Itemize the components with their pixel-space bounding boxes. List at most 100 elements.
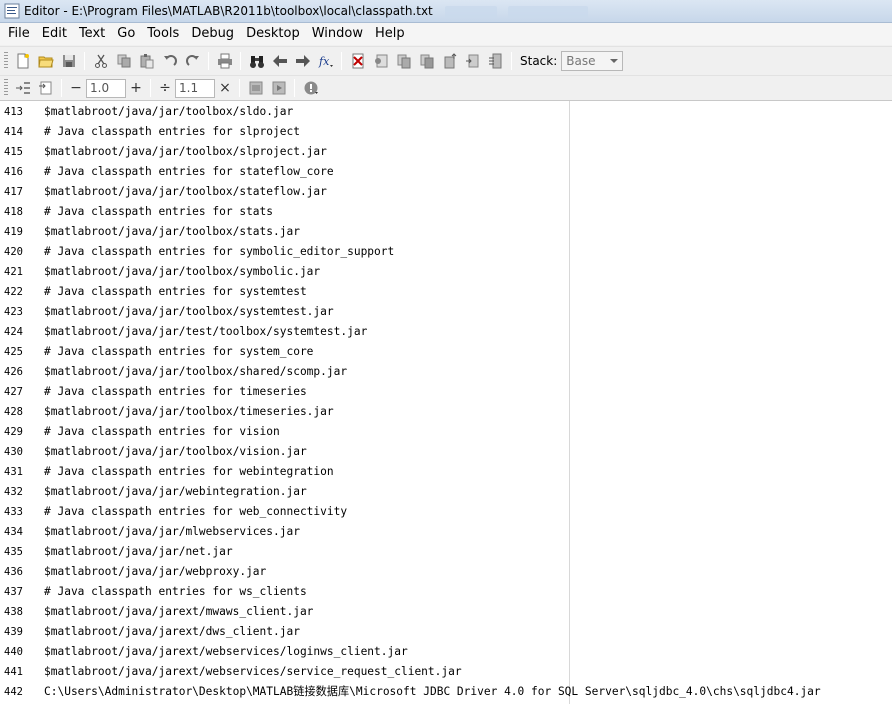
menu-file[interactable]: File — [2, 23, 36, 45]
undo-button[interactable] — [158, 50, 181, 72]
menu-window[interactable]: Window — [306, 23, 369, 45]
code-text[interactable]: $matlabroot/java/jar/toolbox/sldo.jar — [44, 102, 293, 122]
code-line[interactable]: 420 # Java classpath entries for symbolic… — [0, 242, 892, 262]
multiply-button[interactable]: × — [215, 80, 235, 96]
code-line[interactable]: 436 $matlabroot/java/jar/webproxy.jar — [0, 562, 892, 582]
go-forward-button[interactable] — [291, 50, 314, 72]
code-line[interactable]: 423 $matlabroot/java/jar/toolbox/systemte… — [0, 302, 892, 322]
code-text[interactable]: $matlabroot/java/jarext/webservices/serv… — [44, 662, 462, 682]
code-line[interactable]: 416 # Java classpath entries for stateflo… — [0, 162, 892, 182]
insert-cell-divider-button[interactable] — [11, 77, 34, 99]
code-text[interactable]: $matlabroot/java/jar/toolbox/timeseries.… — [44, 402, 334, 422]
code-line[interactable]: 425 # Java classpath entries for system_c… — [0, 342, 892, 362]
step-out-button[interactable] — [438, 50, 461, 72]
toolbar-grip[interactable] — [4, 79, 8, 97]
print-button[interactable] — [213, 50, 236, 72]
code-text[interactable]: $matlabroot/java/jar/mlwebservices.jar — [44, 522, 300, 542]
code-line[interactable]: 430 $matlabroot/java/jar/toolbox/vision.j… — [0, 442, 892, 462]
code-line[interactable]: 438 $matlabroot/java/jarext/mwaws_client.… — [0, 602, 892, 622]
continue-button[interactable] — [461, 50, 484, 72]
code-line[interactable]: 418 # Java classpath entries for stats — [0, 202, 892, 222]
code-text[interactable]: # Java classpath entries for vision — [44, 422, 280, 442]
toolbar-grip[interactable] — [4, 52, 8, 70]
code-line[interactable]: 417 $matlabroot/java/jar/toolbox/stateflo… — [0, 182, 892, 202]
code-line[interactable]: 431 # Java classpath entries for webinteg… — [0, 462, 892, 482]
clear-breakpoints-button[interactable] — [346, 50, 369, 72]
set-breakpoint-button[interactable] — [369, 50, 392, 72]
new-file-button[interactable] — [11, 50, 34, 72]
code-line[interactable]: 427 # Java classpath entries for timeseri… — [0, 382, 892, 402]
code-text[interactable]: $matlabroot/java/jarext/mwaws_client.jar — [44, 602, 313, 622]
evaluate-cell-button[interactable] — [244, 77, 267, 99]
code-text[interactable]: # Java classpath entries for systemtest — [44, 282, 307, 302]
code-line[interactable]: 433 # Java classpath entries for web_conn… — [0, 502, 892, 522]
code-line[interactable]: 428 $matlabroot/java/jar/toolbox/timeseri… — [0, 402, 892, 422]
code-text[interactable]: # Java classpath entries for stats — [44, 202, 273, 222]
code-line[interactable]: 421 $matlabroot/java/jar/toolbox/symbolic… — [0, 262, 892, 282]
code-text[interactable]: # Java classpath entries for web_connect… — [44, 502, 347, 522]
menu-edit[interactable]: Edit — [36, 23, 73, 45]
save-button[interactable] — [57, 50, 80, 72]
copy-button[interactable] — [112, 50, 135, 72]
go-back-button[interactable] — [268, 50, 291, 72]
code-editor[interactable]: 413 $matlabroot/java/jar/toolbox/sldo.jar… — [0, 100, 892, 704]
multiply-value-input[interactable]: 1.1 — [175, 78, 215, 98]
increment-button[interactable]: + — [126, 80, 146, 96]
code-text[interactable]: # Java classpath entries for timeseries — [44, 382, 307, 402]
code-line[interactable]: 426 $matlabroot/java/jar/toolbox/shared/s… — [0, 362, 892, 382]
function-browser-button[interactable]: fx — [314, 50, 337, 72]
code-text[interactable]: # Java classpath entries for webintegrat… — [44, 462, 334, 482]
code-line[interactable]: 422 # Java classpath entries for systemte… — [0, 282, 892, 302]
code-text[interactable]: $matlabroot/java/jar/webintegration.jar — [44, 482, 307, 502]
code-text[interactable]: $matlabroot/java/jar/toolbox/systemtest.… — [44, 302, 334, 322]
decrement-value-input[interactable]: 1.0 — [86, 78, 126, 98]
menu-help[interactable]: Help — [369, 23, 411, 45]
code-line[interactable]: 437 # Java classpath entries for ws_clien… — [0, 582, 892, 602]
code-text[interactable]: $matlabroot/java/jar/toolbox/stateflow.j… — [44, 182, 327, 202]
code-line[interactable]: 441 $matlabroot/java/jarext/webservices/s… — [0, 662, 892, 682]
code-text[interactable]: # Java classpath entries for slproject — [44, 122, 300, 142]
code-text[interactable]: $matlabroot/java/jar/webproxy.jar — [44, 562, 266, 582]
menu-debug[interactable]: Debug — [185, 23, 240, 45]
code-line[interactable]: 415 $matlabroot/java/jar/toolbox/slprojec… — [0, 142, 892, 162]
menu-desktop[interactable]: Desktop — [240, 23, 306, 45]
code-text[interactable]: C:\Users\Administrator\Desktop\MATLAB链接数… — [44, 682, 821, 702]
decrement-button[interactable]: − — [66, 80, 86, 96]
paste-button[interactable] — [135, 50, 158, 72]
code-line[interactable]: 419 $matlabroot/java/jar/toolbox/stats.ja… — [0, 222, 892, 242]
menu-go[interactable]: Go — [111, 23, 141, 45]
code-text[interactable]: # Java classpath entries for system_core — [44, 342, 313, 362]
code-text[interactable]: $matlabroot/java/jar/test/toolbox/system… — [44, 322, 367, 342]
code-line[interactable]: 434 $matlabroot/java/jar/mlwebservices.ja… — [0, 522, 892, 542]
exit-debug-button[interactable] — [484, 50, 507, 72]
code-text[interactable]: $matlabroot/java/jar/toolbox/stats.jar — [44, 222, 300, 242]
code-text[interactable]: # Java classpath entries for symbolic_ed… — [44, 242, 394, 262]
code-line[interactable]: 429 # Java classpath entries for vision — [0, 422, 892, 442]
code-text[interactable]: $matlabroot/java/jar/toolbox/symbolic.ja… — [44, 262, 320, 282]
redo-button[interactable] — [181, 50, 204, 72]
divide-button[interactable]: ÷ — [155, 80, 175, 96]
code-text[interactable]: $matlabroot/java/jar/toolbox/vision.jar — [44, 442, 307, 462]
show-cell-titles-button[interactable] — [299, 77, 322, 99]
evaluate-advance-button[interactable] — [267, 77, 290, 99]
code-line[interactable]: 413 $matlabroot/java/jar/toolbox/sldo.jar — [0, 102, 892, 122]
code-line[interactable]: 440 $matlabroot/java/jarext/webservices/l… — [0, 642, 892, 662]
code-line[interactable]: 442 C:\Users\Administrator\Desktop\MATLAB… — [0, 682, 892, 702]
code-text[interactable]: $matlabroot/java/jarext/dws_client.jar — [44, 622, 300, 642]
menu-tools[interactable]: Tools — [141, 23, 185, 45]
code-line[interactable]: 432 $matlabroot/java/jar/webintegration.j… — [0, 482, 892, 502]
cut-button[interactable] — [89, 50, 112, 72]
cell-display-button[interactable] — [34, 77, 57, 99]
code-text[interactable]: $matlabroot/java/jarext/webservices/logi… — [44, 642, 408, 662]
code-line[interactable]: 439 $matlabroot/java/jarext/dws_client.ja… — [0, 622, 892, 642]
code-text[interactable]: $matlabroot/java/jar/toolbox/slproject.j… — [44, 142, 327, 162]
stack-dropdown[interactable]: Base — [561, 51, 624, 71]
code-text[interactable]: $matlabroot/java/jar/toolbox/shared/scom… — [44, 362, 347, 382]
menu-text[interactable]: Text — [73, 23, 111, 45]
find-button[interactable] — [245, 50, 268, 72]
code-text[interactable]: # Java classpath entries for stateflow_c… — [44, 162, 334, 182]
open-file-button[interactable] — [34, 50, 57, 72]
step-button[interactable] — [392, 50, 415, 72]
code-line[interactable]: 414 # Java classpath entries for slprojec… — [0, 122, 892, 142]
code-text[interactable]: $matlabroot/java/jar/net.jar — [44, 542, 233, 562]
